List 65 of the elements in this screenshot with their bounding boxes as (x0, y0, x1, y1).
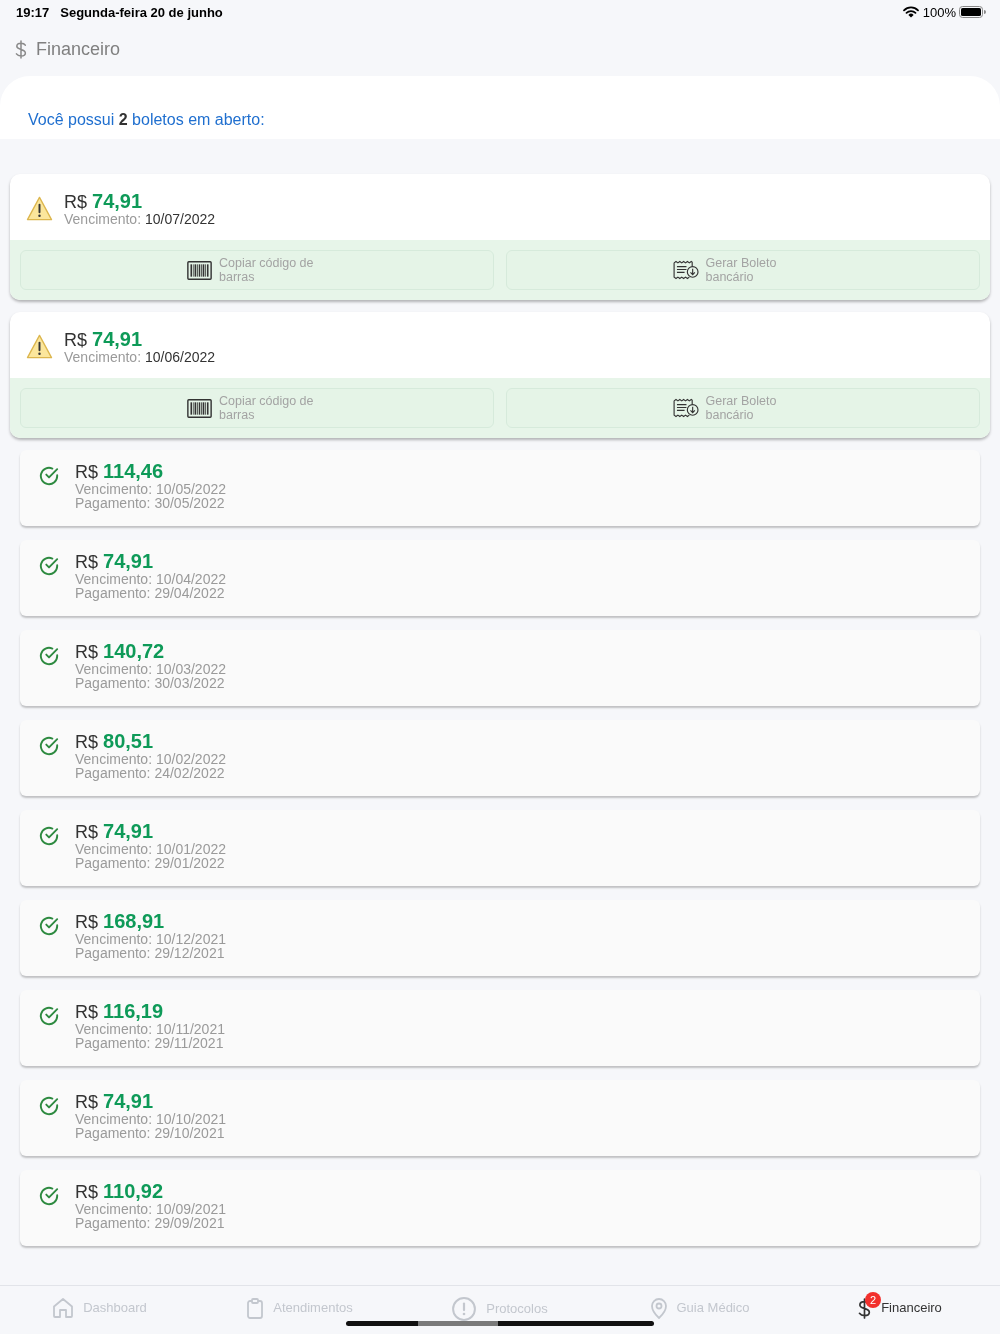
wifi-icon (902, 6, 919, 18)
payment-date-text: Pagamento: 29/10/2021 (75, 1126, 226, 1140)
check-circle-icon (39, 826, 59, 846)
due-date-text: Vencimento: 10/02/2022 (75, 752, 226, 766)
alert-circle-icon (452, 1297, 477, 1321)
bill-amount: R$ 80,51 (75, 731, 155, 752)
check-circle-icon (39, 916, 59, 936)
nav-tab[interactable]: 2 Financeiro (856, 1290, 944, 1320)
generate-boleto-button[interactable]: Gerar Boleto bancário (506, 250, 980, 290)
bill-amount: R$ 110,92 (75, 1181, 165, 1202)
check-circle-icon (39, 646, 59, 666)
bill-amount: R$ 168,91 (75, 911, 166, 932)
payment-date-text: Pagamento: 29/12/2021 (75, 946, 226, 960)
check-circle-icon (39, 1006, 59, 1026)
status-time: 19:17 (16, 4, 50, 20)
battery-icon (959, 6, 986, 18)
warning-icon (26, 196, 53, 221)
bill-amount: R$ 74,91 (75, 1091, 155, 1112)
bill-amount: R$ 116,19 (75, 1001, 165, 1022)
clipboard-icon (247, 1297, 264, 1319)
check-circle-icon (39, 1096, 59, 1116)
check-circle-icon (39, 466, 59, 486)
home-icon (53, 1298, 74, 1318)
page-title: Financeiro (36, 39, 121, 60)
payment-date-text: Pagamento: 30/03/2022 (75, 676, 226, 690)
bill-amount: R$ 74,91 (64, 191, 144, 212)
copy-barcode-button[interactable]: Copiar código de barras (20, 250, 494, 290)
check-circle-icon (39, 1186, 59, 1206)
generate-boleto-button[interactable]: Gerar Boleto bancário (506, 388, 980, 428)
copy-barcode-button[interactable]: Copiar código de barras (20, 388, 494, 428)
receipt-download-icon (672, 398, 699, 418)
bill-amount: R$ 74,91 (75, 821, 155, 842)
bill-amount: R$ 74,91 (75, 551, 155, 572)
due-date-text: Vencimento: 10/12/2021 (75, 932, 226, 946)
bill-amount: R$ 140,72 (75, 641, 166, 662)
barcode-icon (187, 260, 212, 280)
receipt-download-icon (672, 260, 699, 280)
status-date: Segunda-feira 20 de junho (60, 4, 223, 20)
payment-date-text: Pagamento: 29/01/2022 (75, 856, 226, 870)
barcode-icon (187, 398, 212, 418)
due-date-text: Vencimento: 10/07/2022 (64, 212, 216, 227)
bill-amount: R$ 114,46 (75, 461, 165, 482)
bill-amount: R$ 74,91 (64, 329, 144, 350)
due-date-text: Vencimento: 10/03/2022 (75, 662, 226, 676)
summary-text: Você possui 2 boletos em aberto: (28, 111, 265, 128)
payment-date-text: Pagamento: 29/09/2021 (75, 1216, 226, 1230)
check-circle-icon (39, 556, 59, 576)
dollar-icon (858, 1297, 872, 1319)
notification-badge: 2 (865, 1291, 882, 1308)
due-date-text: Vencimento: 10/06/2022 (64, 350, 216, 365)
check-circle-icon (39, 736, 59, 756)
payment-date-text: Pagamento: 29/11/2021 (75, 1036, 225, 1050)
due-date-text: Vencimento: 10/04/2022 (75, 572, 226, 586)
due-date-text: Vencimento: 10/10/2021 (75, 1112, 226, 1126)
map-pin-icon (650, 1297, 667, 1319)
battery-percent: 100% (922, 4, 956, 20)
due-date-text: Vencimento: 10/01/2022 (75, 842, 226, 856)
due-date-text: Vencimento: 10/09/2021 (75, 1202, 226, 1216)
payment-date-text: Pagamento: 24/02/2022 (75, 766, 226, 780)
payment-date-text: Pagamento: 29/04/2022 (75, 586, 226, 600)
payment-date-text: Pagamento: 30/05/2022 (75, 496, 226, 510)
due-date-text: Vencimento: 10/05/2022 (75, 482, 226, 496)
due-date-text: Vencimento: 10/11/2021 (75, 1022, 225, 1036)
dollar-icon (15, 40, 27, 59)
warning-icon (26, 334, 53, 359)
